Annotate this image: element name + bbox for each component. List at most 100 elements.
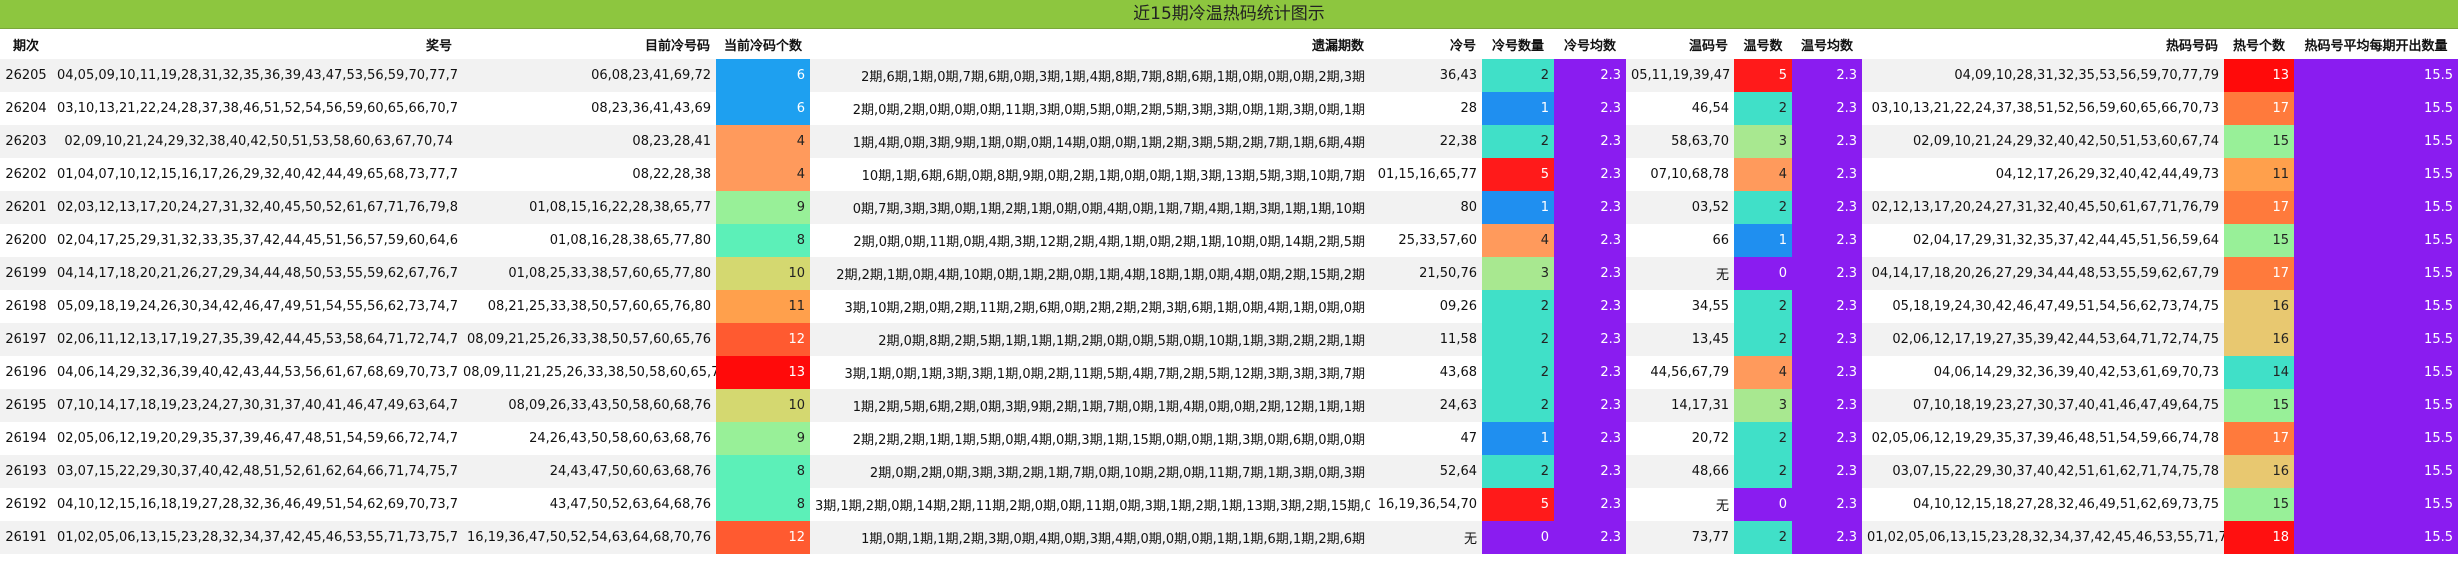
warm-avg-cell: 2.3 [1792, 422, 1862, 455]
cold-qty-cell: 0 [1482, 521, 1554, 554]
hot-avg-cell: 15.5 [2294, 488, 2458, 521]
cold-codes-cell: 01,08,15,16,22,28,38,65,77 [458, 191, 716, 224]
winning-numbers-cell: 03,10,13,21,22,24,28,37,38,46,51,52,54,5… [52, 92, 458, 125]
table-row: 26194 02,05,06,12,19,20,29,35,37,39,46,47… [0, 422, 2458, 455]
hot-avg-cell: 15.5 [2294, 59, 2458, 92]
period-cell: 26202 [0, 158, 52, 191]
cold-count-cell: 4 [716, 158, 810, 191]
hot-codes-cell: 04,14,17,18,20,26,27,29,34,44,48,53,55,5… [1862, 257, 2224, 290]
cold-qty-cell: 5 [1482, 158, 1554, 191]
cold-qty-cell: 2 [1482, 290, 1554, 323]
hot-codes-cell: 07,10,18,19,23,27,30,37,40,41,46,47,49,6… [1862, 389, 2224, 422]
header-cold-nums: 冷号 [1370, 29, 1482, 59]
cold-codes-cell: 08,09,26,33,43,50,58,60,68,76 [458, 389, 716, 422]
table-row: 26203 02,09,10,21,24,29,32,38,40,42,50,51… [0, 125, 2458, 158]
cold-count-cell: 12 [716, 323, 810, 356]
header-row: 期次 奖号 目前冷号码 当前冷码个数 遗漏期数 冷号 冷号数量 冷号均数 温码号… [0, 29, 2458, 59]
cold-avg-cell: 2.3 [1554, 422, 1626, 455]
hot-codes-cell: 03,10,13,21,22,24,37,38,51,52,56,59,60,6… [1862, 92, 2224, 125]
cold-nums-cell: 09,26 [1370, 290, 1482, 323]
hot-count-cell: 18 [2224, 521, 2294, 554]
miss-periods-cell: 3期,1期,2期,0期,14期,2期,11期,2期,0期,0期,11期,0期,3… [810, 488, 1370, 521]
winning-numbers-cell: 04,14,17,18,20,21,26,27,29,34,44,48,50,5… [52, 257, 458, 290]
hot-count-cell: 15 [2224, 125, 2294, 158]
cold-codes-cell: 06,08,23,41,69,72 [458, 59, 716, 92]
period-cell: 26195 [0, 389, 52, 422]
miss-periods-cell: 2期,0期,8期,2期,5期,1期,1期,1期,2期,0期,0期,5期,0期,1… [810, 323, 1370, 356]
header-warm-avg: 温号均数 [1792, 29, 1862, 59]
cold-avg-cell: 2.3 [1554, 521, 1626, 554]
hot-avg-cell: 15.5 [2294, 521, 2458, 554]
cold-nums-cell: 28 [1370, 92, 1482, 125]
hot-avg-cell: 15.5 [2294, 290, 2458, 323]
cold-codes-cell: 24,43,47,50,60,63,68,76 [458, 455, 716, 488]
winning-numbers-cell: 02,04,17,25,29,31,32,33,35,37,42,44,45,5… [52, 224, 458, 257]
warm-avg-cell: 2.3 [1792, 488, 1862, 521]
miss-periods-cell: 2期,0期,2期,0期,3期,3期,2期,1期,7期,0期,10期,2期,0期,… [810, 455, 1370, 488]
table-row: 26192 04,10,12,15,16,18,19,27,28,32,36,46… [0, 488, 2458, 521]
period-cell: 26196 [0, 356, 52, 389]
hot-codes-cell: 04,10,12,15,18,27,28,32,46,49,51,62,69,7… [1862, 488, 2224, 521]
hot-count-cell: 16 [2224, 290, 2294, 323]
hot-codes-cell: 04,06,14,29,32,36,39,40,42,53,61,69,70,7… [1862, 356, 2224, 389]
hot-avg-cell: 15.5 [2294, 125, 2458, 158]
miss-periods-cell: 0期,7期,3期,3期,0期,1期,2期,1期,0期,0期,4期,0期,1期,7… [810, 191, 1370, 224]
miss-periods-cell: 3期,10期,2期,0期,2期,11期,2期,6期,0期,2期,2期,2期,3期… [810, 290, 1370, 323]
cold-count-cell: 13 [716, 356, 810, 389]
hot-codes-cell: 03,07,15,22,29,30,37,40,42,51,61,62,71,7… [1862, 455, 2224, 488]
cold-nums-cell: 01,15,16,65,77 [1370, 158, 1482, 191]
warm-avg-cell: 2.3 [1792, 455, 1862, 488]
warm-count-cell: 2 [1734, 290, 1792, 323]
warm-count-cell: 3 [1734, 389, 1792, 422]
warm-codes-cell: 73,77 [1626, 521, 1734, 554]
cold-avg-cell: 2.3 [1554, 59, 1626, 92]
header-period: 期次 [0, 29, 52, 59]
header-hot-count: 热号个数 [2224, 29, 2294, 59]
period-cell: 26201 [0, 191, 52, 224]
winning-numbers-cell: 01,04,07,10,12,15,16,17,26,29,32,40,42,4… [52, 158, 458, 191]
period-cell: 26192 [0, 488, 52, 521]
header-miss: 遗漏期数 [810, 29, 1370, 59]
warm-count-cell: 4 [1734, 356, 1792, 389]
warm-codes-cell: 无 [1626, 257, 1734, 290]
table-row: 26199 04,14,17,18,20,21,26,27,29,34,44,48… [0, 257, 2458, 290]
hot-count-cell: 17 [2224, 257, 2294, 290]
cold-codes-cell: 01,08,16,28,38,65,77,80 [458, 224, 716, 257]
hot-count-cell: 17 [2224, 191, 2294, 224]
hot-codes-cell: 02,05,06,12,19,29,35,37,39,46,48,51,54,5… [1862, 422, 2224, 455]
cold-avg-cell: 2.3 [1554, 488, 1626, 521]
header-cold-codes: 目前冷号码 [458, 29, 716, 59]
period-cell: 26198 [0, 290, 52, 323]
hot-avg-cell: 15.5 [2294, 224, 2458, 257]
cold-nums-cell: 36,43 [1370, 59, 1482, 92]
miss-periods-cell: 2期,0期,0期,11期,0期,4期,3期,12期,2期,4期,1期,0期,2期… [810, 224, 1370, 257]
cold-nums-cell: 43,68 [1370, 356, 1482, 389]
period-cell: 26191 [0, 521, 52, 554]
cold-qty-cell: 3 [1482, 257, 1554, 290]
warm-codes-cell: 20,72 [1626, 422, 1734, 455]
table-row: 26200 02,04,17,25,29,31,32,33,35,37,42,44… [0, 224, 2458, 257]
cold-codes-cell: 08,23,28,41 [458, 125, 716, 158]
cold-count-cell: 8 [716, 224, 810, 257]
period-cell: 26193 [0, 455, 52, 488]
period-cell: 26204 [0, 92, 52, 125]
cold-avg-cell: 2.3 [1554, 125, 1626, 158]
warm-avg-cell: 2.3 [1792, 125, 1862, 158]
table-row: 26201 02,03,12,13,17,20,24,27,31,32,40,45… [0, 191, 2458, 224]
winning-numbers-cell: 03,07,15,22,29,30,37,40,42,48,51,52,61,6… [52, 455, 458, 488]
cold-avg-cell: 2.3 [1554, 92, 1626, 125]
winning-numbers-cell: 04,10,12,15,16,18,19,27,28,32,36,46,49,5… [52, 488, 458, 521]
warm-codes-cell: 44,56,67,79 [1626, 356, 1734, 389]
hot-count-cell: 15 [2224, 224, 2294, 257]
miss-periods-cell: 2期,2期,2期,1期,1期,5期,0期,4期,0期,3期,1期,15期,0期,… [810, 422, 1370, 455]
cold-qty-cell: 4 [1482, 224, 1554, 257]
cold-codes-cell: 43,47,50,52,63,64,68,76 [458, 488, 716, 521]
cold-avg-cell: 2.3 [1554, 356, 1626, 389]
cold-count-cell: 9 [716, 422, 810, 455]
cold-count-cell: 8 [716, 488, 810, 521]
miss-periods-cell: 2期,2期,1期,0期,4期,10期,0期,1期,2期,0期,1期,4期,18期… [810, 257, 1370, 290]
miss-periods-cell: 2期,6期,1期,0期,7期,6期,0期,3期,1期,4期,8期,7期,8期,6… [810, 59, 1370, 92]
hot-codes-cell: 02,04,17,29,31,32,35,37,42,44,45,51,56,5… [1862, 224, 2224, 257]
period-cell: 26199 [0, 257, 52, 290]
cold-qty-cell: 2 [1482, 356, 1554, 389]
